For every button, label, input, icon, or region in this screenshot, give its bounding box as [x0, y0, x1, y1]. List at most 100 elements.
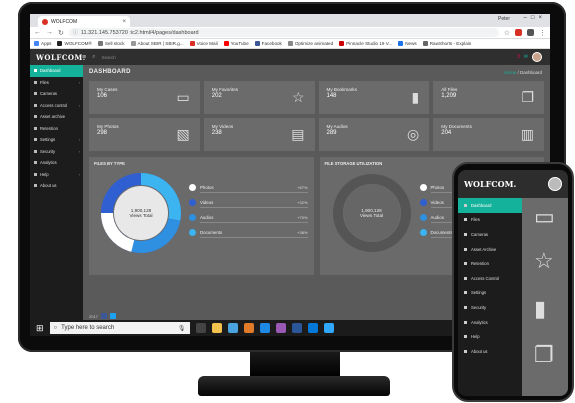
phone-sidebar-icon	[464, 276, 467, 280]
phone-sidebar-item-asset-archive[interactable]: Asset Archive	[458, 242, 522, 257]
message-icon[interactable]: ✉	[524, 54, 528, 60]
phone-sidebar-icon	[464, 262, 467, 266]
tab-close-icon[interactable]: ×	[122, 19, 126, 25]
bookmark-item[interactable]: RawShorts - Explain	[422, 41, 471, 46]
sidebar-item-access-control[interactable]: Access control ›	[30, 100, 83, 112]
stat-card-my-favorites[interactable]: My Favorites 202 ☆	[203, 81, 315, 114]
sidebar-item-icon	[34, 149, 37, 153]
browser-user-name[interactable]: Peter	[498, 16, 510, 22]
taskbar-search-input[interactable]: ○ Type here to search 🎙	[49, 322, 190, 334]
phone-avatar[interactable]	[548, 177, 562, 191]
window-controls[interactable]: –□×	[524, 15, 546, 21]
word-icon[interactable]	[291, 323, 302, 333]
app-logo[interactable]: WOLFCOM.	[36, 53, 85, 62]
sidebar-item-cameras[interactable]: Cameras	[30, 88, 83, 100]
sidebar-item-help[interactable]: Help ›	[30, 169, 83, 181]
microphone-icon[interactable]: 🎙	[178, 325, 186, 332]
sidebar-item-about-us[interactable]: About us	[30, 180, 83, 192]
hamburger-menu-icon[interactable]: ≡	[82, 54, 86, 61]
legend-dot-icon	[189, 183, 196, 191]
phone-sidebar-item-dashboard[interactable]: Dashboard	[458, 198, 522, 213]
phone-sidebar-item-about-us[interactable]: About us	[458, 344, 522, 359]
phone-sidebar-label: Asset Archive	[471, 246, 497, 252]
sidebar-item-retention[interactable]: Retention	[30, 123, 83, 135]
tab-favicon-icon	[42, 18, 48, 25]
bookmark-item[interactable]: About SBIR | SBIR.g...	[130, 41, 184, 46]
back-icon[interactable]: ←	[34, 29, 41, 36]
files-legend: Photos +87% Videos +32% Audios +70% Documents +…	[189, 181, 308, 241]
sidebar-item-dashboard[interactable]: Dashboard	[30, 65, 83, 77]
bookmark-item[interactable]: Optimize animated	[287, 41, 333, 46]
stat-card-all-files[interactable]: All Files 1,209 ❐	[433, 81, 544, 114]
onenote-icon[interactable]	[275, 323, 286, 333]
monitor-stand-base	[198, 376, 390, 396]
bookmark-item[interactable]: Voice Mail	[189, 41, 218, 46]
bookmark-item[interactable]: WOLFCOM®	[57, 41, 92, 46]
twitter-icon[interactable]	[109, 313, 116, 319]
bookmark-item[interactable]: Facebook	[254, 41, 282, 46]
sidebar-item-label: Asset archive	[40, 114, 66, 120]
forward-icon[interactable]: →	[46, 29, 53, 36]
legend-dot-icon	[419, 183, 427, 191]
bookmark-item[interactable]: Apps	[34, 41, 51, 46]
phone-sidebar-item-analytics[interactable]: Analytics	[458, 315, 522, 330]
store-icon[interactable]	[227, 323, 238, 333]
file-explorer-icon[interactable]	[211, 323, 222, 333]
facebook-icon[interactable]	[100, 313, 107, 319]
legend-item: Videos +32%	[189, 196, 308, 211]
avatar[interactable]	[532, 52, 542, 62]
menu-icon[interactable]: ⋮	[539, 29, 546, 37]
stat-card-my-videos[interactable]: My Videos 238 ▤	[203, 118, 315, 151]
stat-card-my-audios[interactable]: My Audios 289 ◎	[318, 118, 430, 151]
sidebar-item-asset-archive[interactable]: Asset archive	[30, 111, 83, 123]
bookmark-item[interactable]: Sell stock	[97, 41, 125, 46]
edge-icon[interactable]	[307, 323, 318, 333]
task-view-icon[interactable]	[195, 323, 206, 333]
bookmark-item[interactable]: YouTube	[223, 41, 249, 46]
legend-bar	[200, 221, 308, 224]
legend-percent: +32%	[297, 199, 308, 205]
app-search-input[interactable]: Search	[101, 55, 115, 60]
sidebar-item-analytics[interactable]: Analytics	[30, 157, 83, 169]
notification-badge[interactable]: 3	[517, 54, 520, 60]
phone-sidebar-item-settings[interactable]: Settings	[458, 286, 522, 301]
phone-sidebar-item-retention[interactable]: Retention	[458, 256, 522, 271]
search-icon[interactable]: ⌕	[92, 54, 95, 61]
extension-icon[interactable]	[515, 29, 522, 36]
phone-sidebar-icon	[464, 232, 467, 236]
bookmark-star-icon[interactable]: ☆	[504, 29, 510, 37]
stat-card-my-cases[interactable]: My Cases 106 ▭	[89, 81, 200, 114]
film-icon: ▤	[291, 126, 305, 142]
extension-icon[interactable]	[527, 29, 534, 36]
app-icon[interactable]	[243, 323, 254, 333]
bookmark-item[interactable]: News	[398, 41, 417, 46]
phone-sidebar-item-access-control[interactable]: Access Control	[458, 271, 522, 286]
breadcrumb-home[interactable]: Home	[504, 70, 516, 75]
photos-icon: ▧	[176, 126, 190, 142]
sidebar-item-security[interactable]: Security ›	[30, 146, 83, 158]
phone-sidebar-icon	[464, 247, 467, 251]
sidebar-item-files[interactable]: Files ›	[30, 77, 83, 89]
phone-sidebar-item-security[interactable]: Security	[458, 300, 522, 315]
url-field[interactable]: ⓘ 11.321.145.753720 :ic2.html/4/pages/da…	[68, 28, 499, 37]
browser-tab[interactable]: WOLFCOM ×	[38, 16, 130, 27]
sidebar-item-settings[interactable]: Settings ›	[30, 134, 83, 146]
stat-card-my-bookmarks[interactable]: My Bookmarks 148 ▮	[318, 81, 430, 114]
chevron-icon: ›	[78, 137, 80, 143]
legend-dot-icon	[419, 228, 427, 236]
reload-icon[interactable]: ↻	[58, 29, 64, 37]
sidebar-item-label: Files	[40, 79, 49, 85]
stat-card-my-photos[interactable]: My Photos 298 ▧	[89, 118, 200, 151]
app-icon[interactable]	[259, 323, 270, 333]
legend-label: Photos	[200, 184, 214, 190]
photoshop-icon[interactable]	[323, 323, 334, 333]
windows-start-icon[interactable]: ⊞	[36, 323, 44, 334]
bookmark-item[interactable]: Pinnacle Studio 19 V...	[339, 41, 392, 46]
phone-sidebar-item-cameras[interactable]: Cameras	[458, 227, 522, 242]
bookmark-icon: ▮	[411, 89, 420, 105]
phone-sidebar-item-help[interactable]: Help	[458, 329, 522, 344]
phone-app-logo[interactable]: WOLFCOM.	[464, 179, 516, 189]
phone-sidebar-item-files[interactable]: Files	[458, 213, 522, 228]
stat-card-my-documents[interactable]: My Documents 204 ▥	[433, 118, 544, 151]
chevron-icon: ›	[78, 79, 80, 85]
